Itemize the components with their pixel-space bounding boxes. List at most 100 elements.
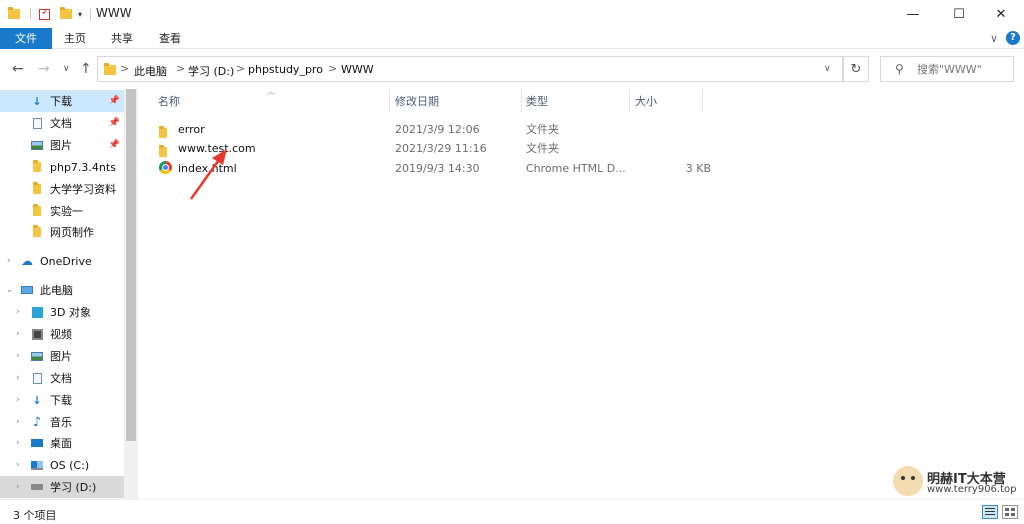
nav-item-downloads-pc[interactable]: › ↓ 下载 <box>0 389 124 411</box>
music-icon: ♪ <box>32 414 42 430</box>
nav-item-desktop[interactable]: › 桌面 <box>0 432 124 454</box>
nav-item-onedrive[interactable]: › ☁ OneDrive <box>0 250 124 272</box>
pin-icon[interactable]: 📌 <box>109 140 120 150</box>
nav-item-label: 图片 <box>50 139 72 152</box>
file-row-error[interactable]: error 2021/3/9 12:06 文件夹 <box>155 120 715 139</box>
nav-item-documents[interactable]: 文档 📌 <box>0 112 124 134</box>
chevron-right-icon[interactable]: › <box>16 351 20 361</box>
nav-item-3d-objects[interactable]: › 3D 对象 <box>0 301 124 323</box>
cloud-icon: ☁ <box>21 254 33 268</box>
chevron-down-icon[interactable]: ⌄ <box>6 285 14 295</box>
ribbon-tabs: 文件 主页 共享 查看 ∨ ? <box>0 28 1024 49</box>
column-divider[interactable] <box>702 89 703 113</box>
breadcrumb-this-pc[interactable]: 此电脑 <box>134 63 167 79</box>
tab-file[interactable]: 文件 <box>0 28 52 49</box>
customize-toolbar-icon[interactable]: ▾ <box>78 10 82 19</box>
breadcrumb-separator[interactable]: > <box>120 62 129 75</box>
nav-item-label: 学习 (D:) <box>50 481 97 494</box>
address-bar[interactable]: > 此电脑 > 学习 (D:) > phpstudy_pro > WWW ∨ <box>97 56 843 82</box>
address-dropdown-icon[interactable]: ∨ <box>824 64 831 74</box>
nav-item-pictures[interactable]: 图片 📌 <box>0 134 124 156</box>
file-row-test[interactable]: www.test.com 2021/3/29 11:16 文件夹 <box>155 139 715 158</box>
chevron-right-icon[interactable]: › <box>16 395 20 405</box>
file-type: 文件夹 <box>526 142 559 155</box>
nav-item-label: 此电脑 <box>40 284 73 297</box>
details-view-button[interactable] <box>982 505 998 519</box>
breadcrumb-drive-d[interactable]: 学习 (D:) <box>188 63 234 79</box>
column-divider[interactable] <box>629 89 630 113</box>
nav-item-label: OS (C:) <box>50 458 90 472</box>
minimize-button[interactable]: — <box>890 0 936 28</box>
nav-item-label: 图片 <box>50 350 72 363</box>
chevron-right-icon[interactable]: › <box>16 417 20 427</box>
column-divider[interactable] <box>521 89 522 113</box>
chevron-right-icon[interactable]: › <box>16 329 20 339</box>
folder-icon <box>30 160 44 173</box>
maximize-button[interactable]: ☐ <box>936 0 982 28</box>
new-folder-icon[interactable] <box>60 7 72 19</box>
nav-item-label: 3D 对象 <box>50 306 91 319</box>
picture-icon <box>30 139 44 151</box>
chevron-right-icon[interactable]: › <box>7 256 11 266</box>
nav-item-music[interactable]: › ♪ 音乐 <box>0 411 124 433</box>
chevron-right-icon[interactable]: › <box>16 373 20 383</box>
column-divider[interactable] <box>389 89 390 113</box>
breadcrumb-phpstudy[interactable]: phpstudy_pro <box>248 63 323 76</box>
title-bar: ✓ ▾ WWW — ☐ ✕ <box>0 0 1024 28</box>
nav-scrollbar-thumb[interactable] <box>126 89 136 441</box>
nav-item-downloads[interactable]: ↓ 下载 📌 <box>0 90 124 112</box>
pin-icon[interactable]: 📌 <box>109 96 120 106</box>
pin-icon[interactable]: 📌 <box>109 118 120 128</box>
nav-item-documents-pc[interactable]: › 文档 <box>0 367 124 389</box>
nav-item-study[interactable]: 大学学习资料 <box>0 178 124 200</box>
up-button[interactable]: ↑ <box>80 61 92 77</box>
chevron-right-icon[interactable]: › <box>16 438 20 448</box>
nav-item-pictures-pc[interactable]: › 图片 <box>0 345 124 367</box>
back-button[interactable]: ← <box>12 61 24 77</box>
file-size: 3 KB <box>685 162 711 175</box>
status-bar: 3 个项目 <box>0 499 1024 524</box>
nav-item-drive-c[interactable]: › OS (C:) <box>0 454 124 476</box>
recent-locations-button[interactable]: ∨ <box>63 64 70 74</box>
nav-item-videos[interactable]: › 视频 <box>0 323 124 345</box>
forward-button[interactable]: → <box>38 61 50 77</box>
chevron-right-icon[interactable]: › <box>16 460 20 470</box>
download-icon: ↓ <box>32 393 42 407</box>
document-icon <box>30 372 44 384</box>
large-icons-view-button[interactable] <box>1002 505 1018 519</box>
breadcrumb-separator[interactable]: > <box>328 62 337 75</box>
help-icon[interactable]: ? <box>1006 31 1020 45</box>
column-header-size[interactable]: 大小 <box>635 93 657 115</box>
nav-item-drive-d[interactable]: › 学习 (D:) <box>0 476 124 498</box>
breadcrumb-www[interactable]: WWW <box>341 63 374 76</box>
nav-item-this-pc[interactable]: ⌄ 此电脑 <box>0 279 124 301</box>
file-row-index[interactable]: index.html 2019/9/3 14:30 Chrome HTML D.… <box>155 159 715 178</box>
search-box[interactable]: ⚲ <box>880 56 1014 82</box>
download-icon: ↓ <box>32 94 42 108</box>
close-button[interactable]: ✕ <box>978 0 1024 28</box>
nav-item-webdesign[interactable]: 网页制作 <box>0 221 124 243</box>
tab-home[interactable]: 主页 <box>55 28 95 49</box>
quick-access-toolbar: ✓ ▾ <box>8 7 92 21</box>
folder-icon <box>104 63 116 75</box>
column-header-name[interactable]: 名称 <box>158 93 180 115</box>
folder-icon[interactable] <box>8 7 20 19</box>
refresh-button[interactable]: ↻ <box>843 56 869 82</box>
breadcrumb-separator[interactable]: > <box>236 62 245 75</box>
tab-share[interactable]: 共享 <box>102 28 142 49</box>
nav-item-php[interactable]: php7.3.4nts <box>0 156 124 178</box>
nav-item-label: 文档 <box>50 372 72 385</box>
tab-view[interactable]: 查看 <box>150 28 190 49</box>
file-date: 2021/3/9 12:06 <box>395 123 480 136</box>
nav-item-label: 视频 <box>50 328 72 341</box>
breadcrumb-separator[interactable]: > <box>176 62 185 75</box>
nav-scrollbar[interactable] <box>124 89 138 499</box>
chevron-right-icon[interactable]: › <box>16 307 20 317</box>
column-header-date[interactable]: 修改日期 <box>395 93 439 115</box>
properties-icon[interactable]: ✓ <box>39 7 50 20</box>
expand-ribbon-icon[interactable]: ∨ <box>986 28 1002 49</box>
column-header-type[interactable]: 类型 <box>526 93 548 115</box>
nav-item-lab1[interactable]: 实验一 <box>0 200 124 222</box>
chevron-right-icon[interactable]: › <box>16 482 20 492</box>
search-input[interactable] <box>917 61 1009 77</box>
